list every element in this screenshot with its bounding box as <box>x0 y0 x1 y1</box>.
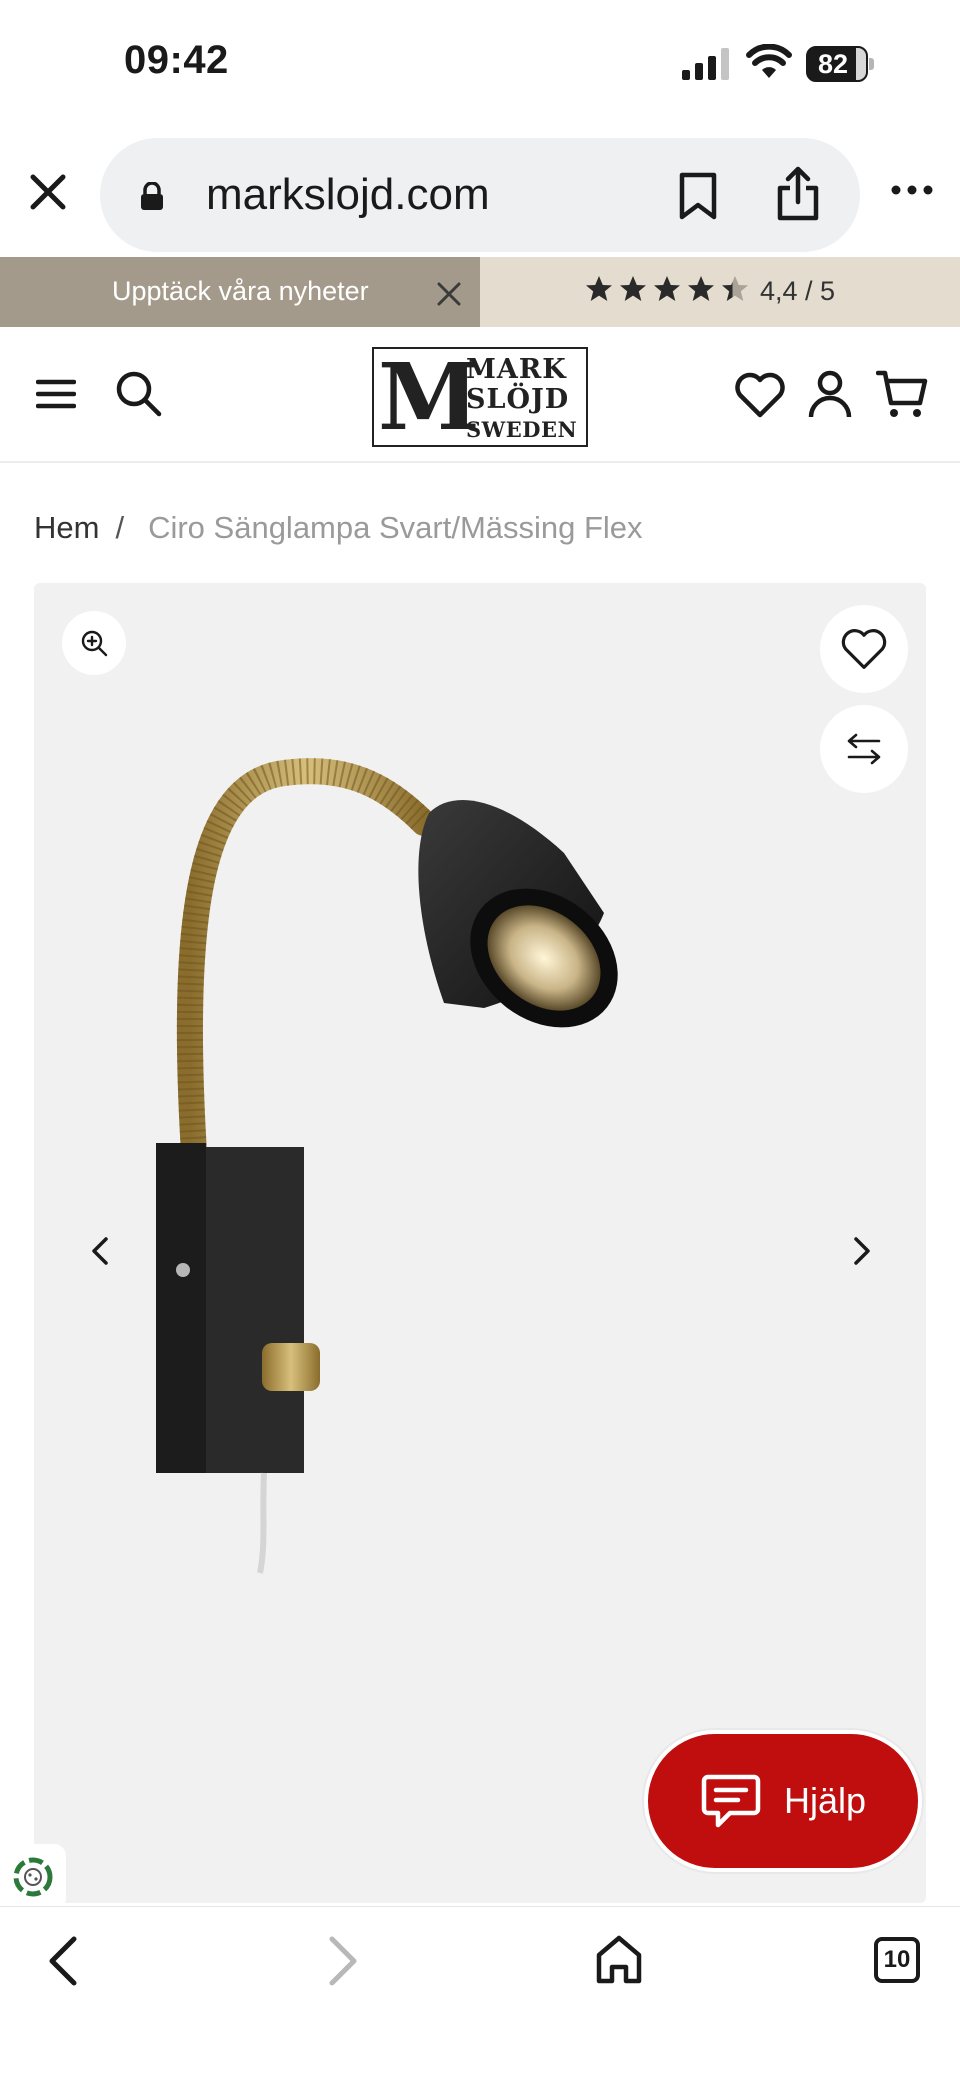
logo-line-mark: MARK <box>466 354 567 385</box>
rating-stars <box>584 274 750 308</box>
breadcrumb-home-link[interactable]: Hem <box>34 510 99 546</box>
back-icon[interactable] <box>44 1933 84 1989</box>
close-icon <box>30 174 66 210</box>
bookmark-icon[interactable] <box>678 172 718 220</box>
site-logo[interactable]: M MARK SLÖJD SWEDEN <box>372 347 588 447</box>
chat-icon <box>701 1774 761 1828</box>
rating-text: 4,4 / 5 <box>760 276 836 306</box>
site-header: M MARK SLÖJD SWEDEN <box>0 327 960 463</box>
logo-text: MARK SLÖJD SWEDEN <box>466 355 577 445</box>
battery-label: 82 <box>817 49 849 79</box>
user-icon[interactable] <box>808 369 852 419</box>
share-icon[interactable] <box>774 166 822 222</box>
status-bar: 09:42 82 <box>0 0 960 130</box>
breadcrumb-current: Ciro Sänglampa Svart/Mässing Flex <box>148 510 643 545</box>
zoom-icon <box>81 630 108 657</box>
wifi-icon <box>746 44 792 78</box>
home-icon[interactable] <box>594 1933 644 1987</box>
address-bar[interactable]: markslojd.com <box>100 138 860 252</box>
product-gallery[interactable] <box>34 583 926 1903</box>
browser-toolbar: markslojd.com <box>0 130 960 257</box>
rating-banner[interactable]: 4,4 / 5 <box>480 257 960 327</box>
zoom-button[interactable] <box>62 611 126 675</box>
cart-icon[interactable] <box>876 369 928 419</box>
breadcrumb: Hem / Ciro Sänglampa Svart/Mässing Flex <box>34 510 643 546</box>
close-tab-button[interactable] <box>26 170 70 214</box>
compare-button[interactable] <box>820 705 908 793</box>
forward-icon[interactable] <box>322 1933 362 1989</box>
cookie-icon <box>13 1857 53 1897</box>
star-icon <box>654 276 680 301</box>
star-icon <box>722 276 748 301</box>
logo-line-sweden: SWEDEN <box>466 417 578 442</box>
tabs-button[interactable]: 10 <box>874 1937 920 1983</box>
heart-icon[interactable] <box>734 371 786 419</box>
browser-bottom-bar: 10 <box>0 1906 960 2081</box>
breadcrumb-separator: / <box>115 510 125 545</box>
status-time: 09:42 <box>124 38 229 82</box>
help-chat-button[interactable]: Hjälp <box>644 1730 922 1872</box>
promo-news-text: Upptäck våra nyheter <box>112 276 369 306</box>
star-icon <box>586 276 612 301</box>
lock-icon <box>141 182 163 210</box>
hamburger-icon[interactable] <box>36 377 76 411</box>
logo-letter: M <box>378 343 480 451</box>
help-label: Hjälp <box>783 1780 867 1821</box>
heart-icon <box>841 629 887 669</box>
more-icon[interactable] <box>890 182 934 198</box>
product-image <box>156 758 618 1574</box>
signal-icon <box>682 48 729 80</box>
search-icon[interactable] <box>114 369 162 417</box>
add-to-wishlist-button[interactable] <box>820 605 908 693</box>
cookie-settings-badge[interactable] <box>0 1844 66 1910</box>
close-icon[interactable] <box>436 281 462 307</box>
star-icon <box>620 276 646 301</box>
chevron-left-icon[interactable] <box>86 1233 114 1269</box>
chevron-right-icon[interactable] <box>848 1233 876 1269</box>
compare-icon <box>847 733 881 765</box>
url-text: markslojd.com <box>206 170 490 219</box>
promo-news-banner[interactable]: Upptäck våra nyheter <box>0 257 480 327</box>
promo-bar: Upptäck våra nyheter 4,4 / 5 <box>0 257 960 327</box>
star-icon <box>688 276 714 301</box>
battery-indicator: 82 <box>806 46 874 82</box>
logo-line-slojd: SLÖJD <box>466 384 570 415</box>
